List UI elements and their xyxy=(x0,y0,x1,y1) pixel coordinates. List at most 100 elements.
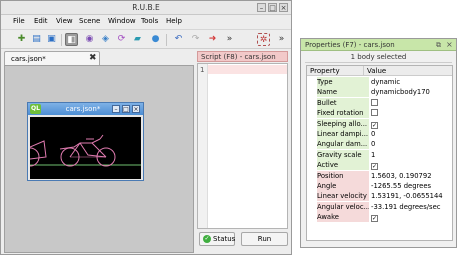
toolbar: ✚ ▤ ▣ ◧ ◉ ◈ ⟳ ▰ ● ↶ ↷ ➜ » ✲ » xyxy=(1,29,291,49)
column-header-value: Value xyxy=(364,66,452,76)
property-row[interactable]: Name dynamicbody170 xyxy=(307,87,452,98)
property-row[interactable]: Gravity scale 1 xyxy=(307,149,452,160)
redo-icon[interactable]: ↷ xyxy=(189,33,202,46)
property-name: Angle xyxy=(317,181,369,191)
property-name: Type xyxy=(317,77,369,87)
menu-bar: File Edit View Scene Window Tools Help xyxy=(1,16,291,28)
doc-minimize-button[interactable]: – xyxy=(112,105,120,113)
property-name: Name xyxy=(317,87,369,98)
scene-document-window[interactable]: QL cars.json* – □ × xyxy=(20,102,144,181)
properties-table: Property Value Type dynamic Name dynamicbod… xyxy=(306,65,453,241)
script-editor[interactable]: 1 xyxy=(197,63,288,229)
property-row[interactable]: Awake ✓ xyxy=(307,212,452,223)
car-body xyxy=(29,140,47,160)
doc-maximize-button[interactable]: □ xyxy=(122,105,130,113)
settings-gear-icon[interactable]: ✲ xyxy=(257,33,270,46)
menu-file[interactable]: File xyxy=(13,17,25,25)
title-bar[interactable]: R.U.B.E – □ × xyxy=(1,1,291,15)
property-value[interactable]: dynamic xyxy=(369,77,452,87)
property-row[interactable]: Linear dampi... 0 xyxy=(307,129,452,139)
undo-icon[interactable]: ↶ xyxy=(172,33,185,46)
checkbox-checked[interactable]: ✓ xyxy=(371,163,378,171)
property-row[interactable]: Angular veloc... -33.191 degrees/sec xyxy=(307,201,452,212)
property-row[interactable]: Sleeping allo... ✓ xyxy=(307,118,452,129)
float-panel-icon[interactable]: ⧉ xyxy=(436,41,441,50)
current-line-highlight xyxy=(208,65,287,74)
property-row[interactable]: Position 1.5603, 0.190792 xyxy=(307,170,452,181)
property-row[interactable]: Active ✓ xyxy=(307,160,452,171)
world-tool-icon[interactable]: ● xyxy=(149,33,162,46)
checkbox-unchecked[interactable] xyxy=(371,98,378,106)
property-row[interactable]: Bullet xyxy=(307,97,452,108)
property-value[interactable]: -1265.55 degrees xyxy=(369,181,452,191)
close-panel-icon[interactable]: × xyxy=(446,40,453,49)
select-tool-icon[interactable]: ◧ xyxy=(65,33,78,46)
menu-view[interactable]: View xyxy=(56,17,73,25)
property-row[interactable]: Linear velocity 1.53191, -0.0655144 xyxy=(307,191,452,202)
script-panel-title: Script (F8) - cars.json xyxy=(201,53,276,61)
property-name: Sleeping allo... xyxy=(317,118,369,129)
menu-help[interactable]: Help xyxy=(166,17,182,25)
main-window: R.U.B.E – □ × File Edit View Scene Windo… xyxy=(0,0,292,255)
menu-scene[interactable]: Scene xyxy=(79,17,100,25)
status-label: Status xyxy=(213,235,236,243)
property-name: Bullet xyxy=(317,97,369,108)
property-name: Linear velocity xyxy=(317,191,369,202)
image-tool-icon[interactable]: ▰ xyxy=(131,33,144,46)
property-name: Angular veloc... xyxy=(317,201,369,212)
save-file-icon[interactable]: ▣ xyxy=(45,33,58,46)
property-value[interactable]: ✓ xyxy=(369,212,452,223)
menu-tools[interactable]: Tools xyxy=(141,17,158,25)
tab-close-icon[interactable]: ✖ xyxy=(89,53,97,63)
document-title-bar[interactable]: QL cars.json* – □ × xyxy=(28,103,143,115)
column-header-property: Property xyxy=(307,66,364,76)
close-button[interactable]: × xyxy=(279,3,288,12)
property-value[interactable]: 0 xyxy=(369,139,452,149)
toolbar-separator xyxy=(61,34,62,46)
property-value[interactable] xyxy=(369,98,452,108)
property-value[interactable]: 1.5603, 0.190792 xyxy=(369,171,452,181)
tab-cars-json[interactable]: cars.json* ✖ xyxy=(4,51,100,65)
property-row[interactable]: Angle -1265.55 degrees xyxy=(307,181,452,191)
script-panel-title-bar[interactable]: Script (F8) - cars.json xyxy=(197,51,288,62)
body-tool-icon[interactable]: ◉ xyxy=(83,33,96,46)
property-value[interactable]: dynamicbody170 xyxy=(369,87,452,97)
property-value[interactable]: 1 xyxy=(369,150,452,160)
open-file-icon[interactable]: ▤ xyxy=(30,33,43,46)
properties-title: Properties (F7) - cars.json xyxy=(305,41,395,49)
scene-canvas[interactable] xyxy=(20,117,141,179)
checkbox-unchecked[interactable] xyxy=(371,109,378,117)
property-value[interactable]: ✓ xyxy=(369,160,452,171)
maximize-button[interactable]: □ xyxy=(268,3,277,12)
property-value[interactable]: ✓ xyxy=(369,119,452,129)
checkbox-checked[interactable]: ✓ xyxy=(371,121,378,129)
property-value[interactable]: 1.53191, -0.0655144 xyxy=(369,191,452,201)
toolbar-separator xyxy=(166,34,167,46)
properties-title-bar[interactable]: Properties (F7) - cars.json ⧉ × xyxy=(301,39,456,51)
joint-tool-icon[interactable]: ⟳ xyxy=(115,33,128,46)
property-value[interactable]: 0 xyxy=(369,129,452,139)
properties-window: Properties (F7) - cars.json ⧉ × 1 body s… xyxy=(300,38,457,248)
simulate-icon[interactable]: ➜ xyxy=(206,33,219,46)
doc-close-button[interactable]: × xyxy=(132,105,140,113)
property-row[interactable]: Type dynamic xyxy=(307,77,452,87)
selection-info: 1 body selected xyxy=(305,53,452,63)
property-name: Awake xyxy=(317,212,369,223)
property-name: Gravity scale xyxy=(317,149,369,160)
property-row[interactable]: Fixed rotation xyxy=(307,108,452,119)
toolbar-more-icon[interactable]: » xyxy=(223,33,236,46)
checkbox-checked[interactable]: ✓ xyxy=(371,215,378,223)
new-file-icon[interactable]: ✚ xyxy=(15,33,28,46)
menu-window[interactable]: Window xyxy=(108,17,136,25)
status-ok-icon: ✓ xyxy=(203,235,211,243)
property-value[interactable]: -33.191 degrees/sec xyxy=(369,202,452,212)
menu-edit[interactable]: Edit xyxy=(34,17,48,25)
minimize-button[interactable]: – xyxy=(257,3,266,12)
property-value[interactable] xyxy=(369,108,452,118)
fixture-tool-icon[interactable]: ◈ xyxy=(99,33,112,46)
status-button[interactable]: ✓ Status xyxy=(199,232,235,246)
toolbar-overflow-icon[interactable]: » xyxy=(275,33,288,46)
property-row[interactable]: Angular dam... 0 xyxy=(307,139,452,150)
line-number-gutter: 1 xyxy=(198,64,208,228)
run-button[interactable]: Run xyxy=(241,232,288,246)
